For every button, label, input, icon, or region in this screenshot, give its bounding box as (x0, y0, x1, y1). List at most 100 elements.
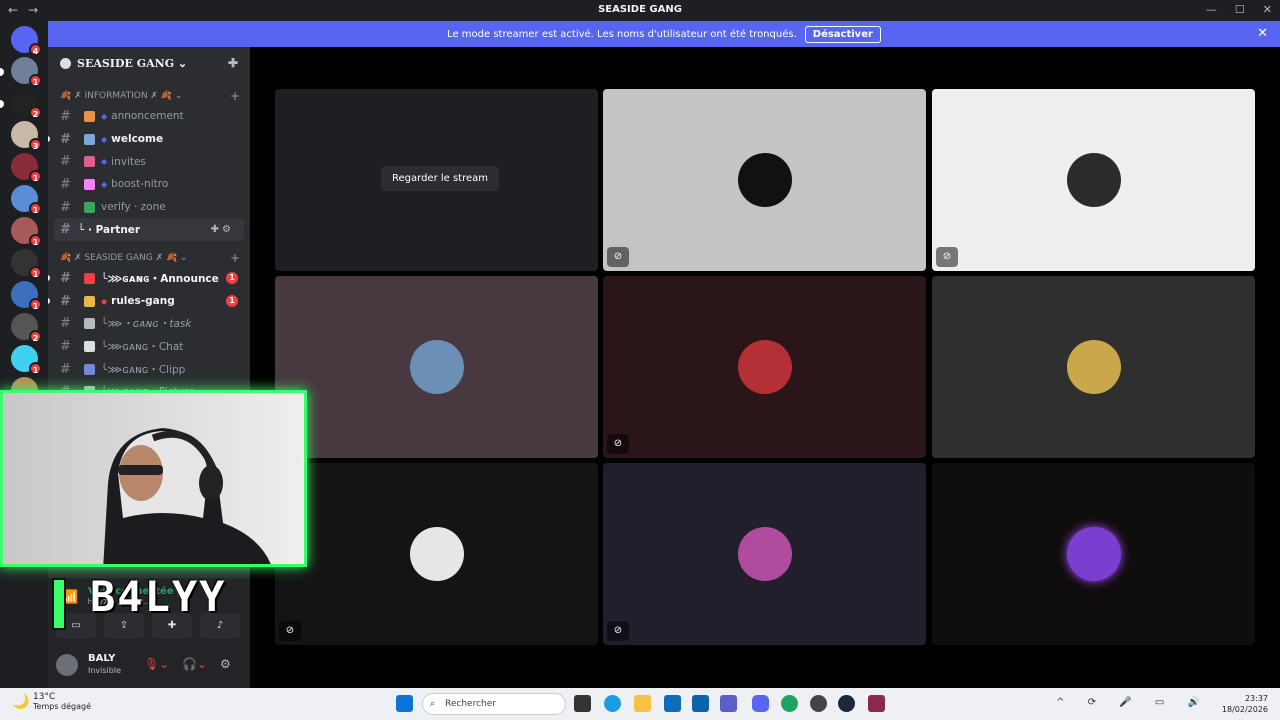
window-titlebar: ← → SEASIDE GANG — ☐ ✕ (0, 0, 1280, 21)
deafened-icon[interactable]: 🎧⌄ (182, 657, 207, 671)
hash-icon: # (60, 222, 71, 238)
server-icon[interactable]: 1 (11, 57, 42, 87)
channel-label: ╰⋙ɢᴀɴɢ・Clipp (101, 363, 186, 376)
participant-tile[interactable] (932, 463, 1255, 645)
server-badge: 1 (29, 266, 42, 279)
store-icon[interactable] (664, 695, 681, 712)
participant-tile[interactable]: ⊘ (275, 463, 598, 645)
app-icon[interactable] (868, 695, 885, 712)
deafened-icon: ⊘ (607, 621, 629, 641)
watch-stream-button[interactable]: Regarder le stream (381, 166, 500, 191)
avatar (737, 527, 792, 581)
server-icon[interactable]: 1 (11, 185, 42, 215)
minimize-button[interactable]: — (1206, 3, 1217, 16)
outlook-icon[interactable] (692, 695, 709, 712)
clock[interactable]: 23:37 18/02/2026 (1222, 693, 1268, 715)
window-title: SEASIDE GANG (598, 4, 682, 15)
channel-emoji (84, 272, 95, 284)
server-icon[interactable]: 1 (11, 249, 42, 279)
diamond-icon: ◆ (101, 179, 108, 189)
stream-tile[interactable]: Regarder le stream (275, 89, 598, 271)
close-window-button[interactable]: ✕ (1263, 3, 1272, 16)
channel-annoncement[interactable]: # ◆ annoncement (48, 105, 250, 128)
diamond-icon: ◆ (101, 157, 108, 167)
task-view-icon[interactable] (574, 695, 591, 712)
server-icon[interactable]: 2 (11, 89, 42, 119)
category-seaside-gang[interactable]: 🍂 ✗ SEASIDE GANG ✗ 🍂 ⌄ + (48, 249, 250, 267)
steam-icon[interactable] (838, 695, 855, 712)
unread-pill (0, 100, 4, 108)
channel-boost-nitro[interactable]: # ◆ boost-nitro (48, 173, 250, 196)
channel-welcome[interactable]: # ◆ welcome (48, 128, 250, 151)
disable-streamer-button[interactable]: Désactiver (804, 25, 881, 43)
maximize-button[interactable]: ☐ (1235, 3, 1245, 16)
invite-people-icon[interactable]: ✚ (228, 56, 238, 70)
guild-header[interactable]: SEASIDE GANG ⌄ ✚ (48, 47, 250, 79)
server-icon[interactable]: 1 (11, 281, 42, 311)
server-badge: 1 (29, 298, 42, 311)
hash-icon: # (60, 154, 71, 170)
participant-tile[interactable]: ⊘ (603, 89, 926, 271)
channel-chat[interactable]: # ╰⋙ɢᴀɴɢ・Chat (48, 335, 250, 358)
participant-tile[interactable]: ⊘ (932, 89, 1255, 271)
channel-verify-zone[interactable]: # verify · zone (48, 196, 250, 219)
weather-widget[interactable]: 🌙 13°C Temps dégagé (12, 692, 91, 711)
taskbar-search[interactable]: ⌕ Rechercher (422, 693, 566, 715)
channel-emoji (84, 341, 95, 353)
channel-partner[interactable]: # └ · Partner ✚⚙ (54, 218, 244, 242)
server-icon[interactable]: 1 (11, 153, 42, 183)
participant-tile[interactable]: ⊘ (603, 463, 926, 645)
channel-settings-icon[interactable]: ✚⚙ (211, 224, 234, 235)
unread-dot (48, 298, 50, 305)
channel-label: ╰⋙・ɢᴀɴɢ・task (101, 318, 192, 331)
hash-icon: # (60, 361, 71, 377)
channel-rules-gang[interactable]: # ◆ rules-gang 1 (48, 290, 250, 313)
avatar (1066, 527, 1121, 581)
mention-badge: 1 (226, 295, 238, 308)
teams-icon[interactable] (720, 695, 737, 712)
server-badge: 1 (29, 170, 42, 183)
app-icon[interactable] (810, 695, 827, 712)
server-badge: 3 (29, 138, 42, 151)
add-channel-icon[interactable]: + (230, 251, 240, 265)
system-tray[interactable]: ^ ⟳ 🎤 ▭ 🔊 (1056, 697, 1210, 708)
channel-invites[interactable]: # ◆ invites (48, 150, 250, 173)
discord-icon[interactable] (752, 695, 769, 712)
deafened-icon: ⊘ (936, 247, 958, 267)
streamer-silhouette (103, 428, 271, 564)
add-channel-icon[interactable]: + (230, 89, 240, 103)
server-badge: 2 (29, 330, 42, 343)
mic-muted-icon[interactable]: 🎙⌄ (144, 657, 169, 671)
start-button[interactable] (396, 695, 413, 712)
user-status: Invisible (88, 666, 121, 675)
server-badge: 1 (29, 234, 42, 247)
user-settings-icon[interactable]: ⚙ (220, 657, 231, 671)
file-explorer-icon[interactable] (634, 695, 651, 712)
category-information[interactable]: 🍂 ✗ INFORMATION ✗ 🍂 ⌄ + (48, 87, 250, 105)
channel-announce[interactable]: # ╰⋙ɢᴀɴɢ・Announce 1 (48, 267, 250, 290)
chrome-icon[interactable] (781, 695, 798, 712)
search-label: Rechercher (445, 699, 496, 709)
server-icon[interactable]: 2 (11, 313, 42, 343)
server-badge: 2 (29, 106, 42, 119)
banner-close-icon[interactable]: ✕ (1257, 26, 1268, 41)
streamer-name-overlay: B4LYY (90, 572, 227, 621)
avatar (737, 153, 792, 207)
channel-clipp[interactable]: # ╰⋙ɢᴀɴɢ・Clipp (48, 358, 250, 381)
participant-tile[interactable] (275, 276, 598, 458)
server-icon[interactable]: 1 (11, 217, 42, 247)
discord-home-button[interactable]: 4 (11, 26, 42, 56)
channel-task[interactable]: # ╰⋙・ɢᴀɴɢ・task (48, 313, 250, 336)
server-icon[interactable]: 1 (11, 345, 42, 375)
participant-tile[interactable]: ⊘ (603, 276, 926, 458)
avatar[interactable] (56, 654, 78, 676)
deafened-icon: ⊘ (607, 247, 629, 267)
server-rail: 4 1 2 3 1 1 1 1 1 2 1 1 (0, 21, 48, 688)
participant-tile[interactable] (932, 276, 1255, 458)
unread-dot (48, 275, 50, 282)
category-label: 🍂 ✗ SEASIDE GANG ✗ 🍂 ⌄ (60, 253, 188, 264)
server-icon[interactable]: 3 (11, 121, 42, 151)
moon-icon: 🌙 (12, 694, 30, 710)
edge-icon[interactable] (604, 695, 621, 712)
category-label: 🍂 ✗ INFORMATION ✗ 🍂 ⌄ (60, 91, 183, 101)
